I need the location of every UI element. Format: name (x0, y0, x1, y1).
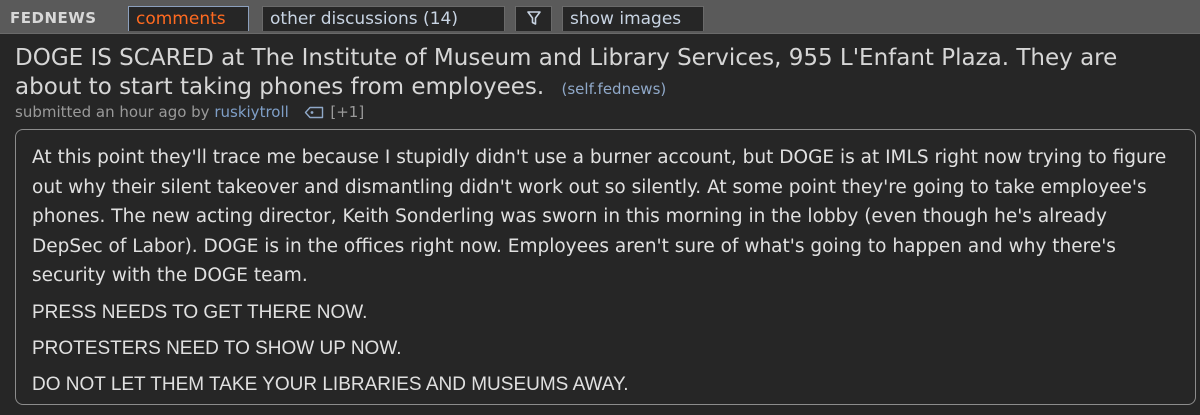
subreddit-name[interactable]: FEDNEWS (10, 8, 97, 28)
post-body: At this point they'll trace me because I… (15, 129, 1196, 405)
post-domain[interactable]: (self.fednews) (562, 80, 667, 98)
tab-other-discussions[interactable]: other discussions (14) (262, 6, 505, 31)
body-paragraph: PROTESTERS NEED TO SHOW UP NOW. (32, 337, 402, 359)
filter-tab[interactable] (515, 6, 552, 31)
tab-show-images[interactable]: show images (562, 6, 704, 31)
filter-funnel-icon (526, 11, 541, 25)
author-link[interactable]: ruskiytroll (214, 103, 288, 121)
body-paragraph: At this point they'll trace me because I… (32, 147, 1167, 287)
top-bar: FEDNEWS comments other discussions (14) … (0, 0, 1200, 34)
body-paragraph: DO NOT LET THEM TAKE YOUR LIBRARIES AND … (32, 373, 629, 395)
body-paragraph: PRESS NEEDS TO GET THERE NOW. (32, 301, 368, 323)
post-title-block: DOGE IS SCARED at The Institute of Museu… (15, 44, 1185, 104)
tag-icon[interactable] (304, 106, 324, 119)
tab-comments[interactable]: comments (128, 6, 249, 31)
tagline-prefix: submitted an hour ago by (15, 103, 210, 121)
post-tagline: submitted an hour ago by ruskiytroll [+1… (15, 102, 364, 122)
author-flair: [+1] (330, 103, 365, 121)
